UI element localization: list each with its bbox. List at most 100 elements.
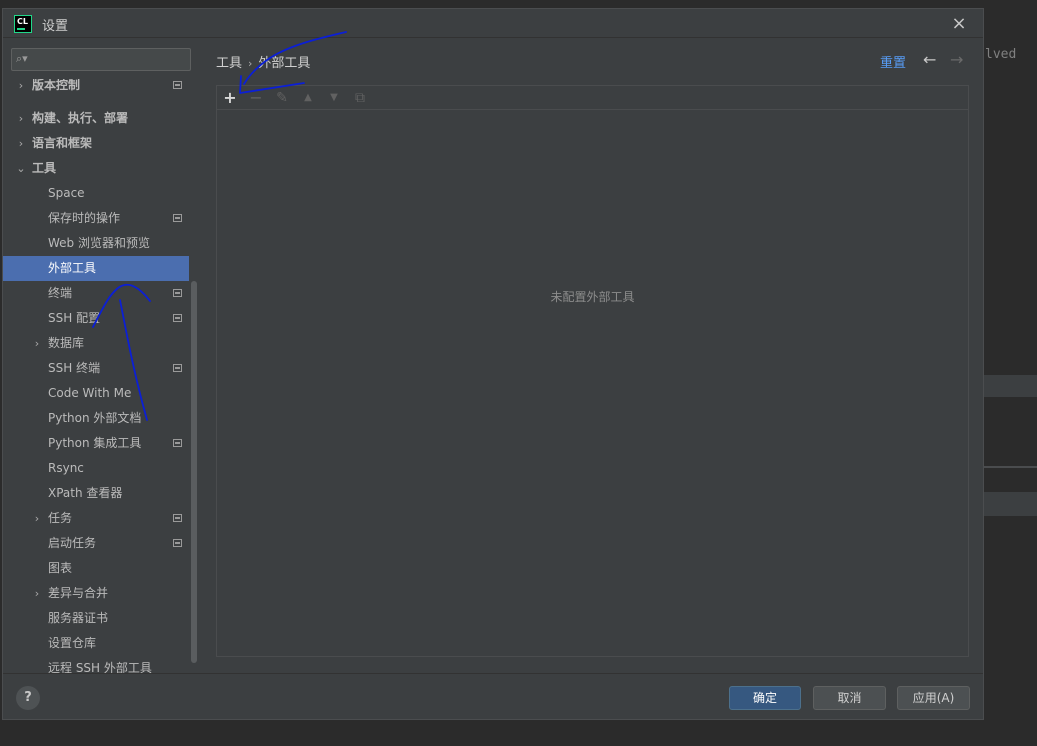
sidebar-item[interactable]: SSH 配置 [3, 306, 189, 331]
project-scope-icon [173, 364, 182, 372]
sidebar-item[interactable]: › 数据库 [3, 331, 189, 356]
ide-highlight-stripe [984, 375, 1037, 397]
clion-logo: CL [14, 15, 32, 33]
dialog-title: 设置 [42, 19, 69, 34]
search-input[interactable]: ⌕▾ [11, 48, 191, 71]
add-icon[interactable]: + [220, 88, 240, 108]
remove-icon[interactable]: − [246, 88, 266, 108]
sidebar-item[interactable]: › 语言和框架 [3, 131, 189, 156]
sidebar-item[interactable]: SSH 终端 [3, 356, 189, 381]
sidebar-item-label: Web 浏览器和预览 [48, 236, 150, 250]
ide-editor-text: lved [985, 47, 1017, 62]
sidebar-item[interactable]: XPath 查看器 [3, 481, 189, 506]
edit-icon[interactable]: ✎ [272, 88, 292, 108]
sidebar-item-label: 任务 [48, 511, 73, 525]
sidebar-item-label: SSH 终端 [48, 361, 101, 375]
sidebar-item-label: Code With Me [48, 386, 132, 400]
settings-tree: › 构建、执行、部署 › 语言和框架 ⌄ 工具 Space 保存时的操作 Web 浏览器和预览外… [3, 106, 189, 673]
title-bar: CL 设置 × [3, 9, 983, 38]
apply-button[interactable]: 应用(A) [897, 686, 970, 710]
empty-state-text: 未配置外部工具 [550, 290, 635, 304]
project-scope-icon [173, 439, 182, 447]
sidebar-item-label: XPath 查看器 [48, 486, 123, 500]
project-scope-icon [173, 289, 182, 297]
sidebar-item[interactable]: 设置仓库 [3, 631, 189, 656]
chevron-right-icon[interactable]: › [31, 581, 43, 606]
sidebar-item[interactable]: Python 集成工具 [3, 431, 189, 456]
sidebar-item-label: Rsync [48, 461, 84, 475]
breadcrumb-item[interactable]: 工具 [216, 56, 242, 71]
copy-icon[interactable]: ⧉ [350, 88, 370, 108]
sidebar-item-label: Python 集成工具 [48, 436, 142, 450]
sidebar-item-label: Python 外部文档 [48, 411, 142, 425]
move-down-icon[interactable]: ▼ [324, 88, 344, 108]
chevron-right-icon: › [18, 79, 24, 91]
ok-button[interactable]: 确定 [729, 686, 801, 710]
project-scope-icon [173, 214, 182, 222]
sidebar-item[interactable]: › 差异与合并 [3, 581, 189, 606]
sidebar-item-label: SSH 配置 [48, 311, 101, 325]
breadcrumb: 工具 › 外部工具 [216, 52, 310, 71]
ide-divider [984, 466, 1037, 468]
sidebar-item[interactable]: Web 浏览器和预览 [3, 231, 189, 256]
sidebar-item-label: 图表 [48, 561, 73, 575]
sidebar-item-label: 语言和框架 [32, 136, 93, 150]
sidebar-item[interactable]: 服务器证书 [3, 606, 189, 631]
sidebar-item-label: 设置仓库 [48, 636, 97, 650]
search-icon: ⌕▾ [16, 52, 28, 65]
sidebar-item-label: 工具 [32, 161, 57, 175]
sidebar-item-label: 远程 SSH 外部工具 [48, 661, 152, 673]
chevron-right-icon[interactable]: › [31, 506, 43, 531]
sidebar-item-label: 构建、执行、部署 [32, 111, 129, 125]
sidebar-item-label: 版本控制 [32, 79, 81, 91]
sidebar-item[interactable]: › 构建、执行、部署 [3, 106, 189, 131]
breadcrumb-item: 外部工具 [258, 56, 311, 71]
close-icon[interactable]: × [947, 12, 971, 36]
project-scope-icon [173, 314, 182, 322]
settings-dialog: CL 设置 × ⌕▾ › 版本控制 › 构建、执行、部署 › 语言和框架 ⌄ 工具 Spac… [2, 8, 984, 720]
project-scope-icon [173, 539, 182, 547]
sidebar-item[interactable]: Space [3, 181, 189, 206]
sidebar-item[interactable]: › 任务 [3, 506, 189, 531]
sidebar-item-label: 外部工具 [48, 261, 97, 275]
sidebar-item[interactable]: 终端 [3, 281, 189, 306]
ide-editor-area [984, 0, 1037, 746]
project-scope-icon [173, 514, 182, 522]
logo-text: CL [17, 17, 28, 26]
dialog-footer: ? 确定 取消 应用(A) [3, 673, 983, 719]
sidebar-item-label: 保存时的操作 [48, 211, 121, 225]
help-icon[interactable]: ? [16, 686, 40, 710]
back-arrow-icon[interactable]: ← [923, 50, 936, 69]
sidebar-item[interactable]: 保存时的操作 [3, 206, 189, 231]
reset-link[interactable]: 重置 [880, 52, 906, 71]
project-scope-icon [173, 81, 182, 89]
sidebar-item-label: 启动任务 [48, 536, 97, 550]
sidebar-item-label: 差异与合并 [48, 586, 109, 600]
cancel-button[interactable]: 取消 [813, 686, 886, 710]
sidebar-item-label: 数据库 [48, 336, 85, 350]
sidebar-item-label: 终端 [48, 286, 73, 300]
sidebar-item[interactable]: 外部工具 [3, 256, 189, 281]
move-up-icon[interactable]: ▲ [298, 88, 318, 108]
tools-toolbar: + − ✎ ▲ ▼ ⧉ [217, 86, 968, 110]
sidebar-item-version-control[interactable]: › 版本控制 [3, 79, 189, 91]
sidebar-item[interactable]: 图表 [3, 556, 189, 581]
chevron-right-icon[interactable]: › [15, 131, 27, 156]
external-tools-panel: + − ✎ ▲ ▼ ⧉ 未配置外部工具 [216, 85, 969, 657]
sidebar-item[interactable]: 远程 SSH 外部工具 [3, 656, 189, 673]
chevron-right-icon[interactable]: › [15, 106, 27, 131]
sidebar-item[interactable]: Python 外部文档 [3, 406, 189, 431]
breadcrumb-separator-icon: › [248, 57, 253, 70]
ide-highlight-stripe [984, 492, 1037, 516]
chevron-right-icon[interactable]: › [31, 331, 43, 356]
sidebar-scrollbar[interactable] [191, 281, 197, 663]
sidebar-item-label: 服务器证书 [48, 611, 109, 625]
sidebar-item[interactable]: Rsync [3, 456, 189, 481]
sidebar-item[interactable]: ⌄ 工具 [3, 156, 189, 181]
sidebar-item-label: Space [48, 186, 85, 200]
settings-sidebar: ⌕▾ › 版本控制 › 构建、执行、部署 › 语言和框架 ⌄ 工具 Space 保存时的操作 W… [3, 39, 199, 673]
sidebar-item[interactable]: 启动任务 [3, 531, 189, 556]
sidebar-item[interactable]: Code With Me [3, 381, 189, 406]
chevron-down-icon[interactable]: ⌄ [15, 156, 27, 181]
forward-arrow-icon[interactable]: → [950, 50, 963, 69]
